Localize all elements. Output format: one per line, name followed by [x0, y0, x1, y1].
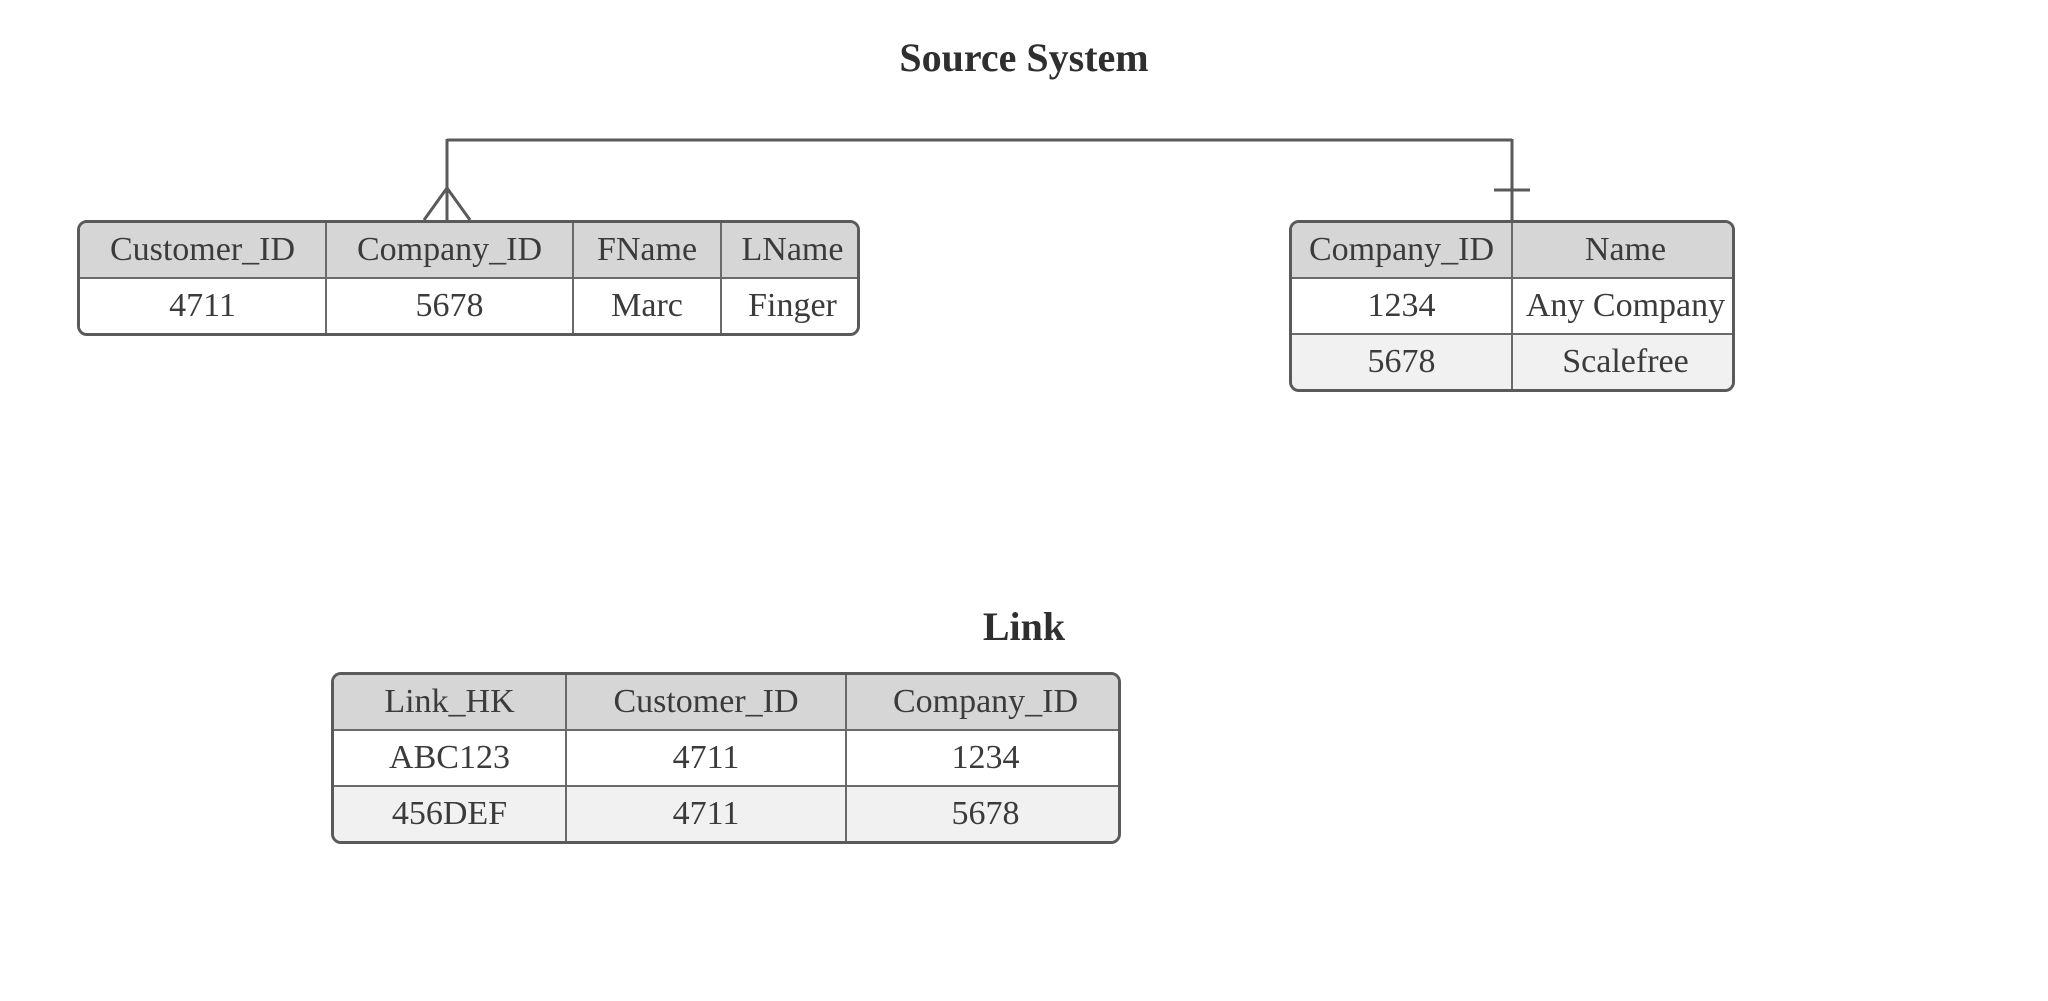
cell: ABC123 — [334, 730, 566, 786]
col-header: LName — [721, 223, 860, 278]
link-table: Link_HK Customer_ID Company_ID ABC123 47… — [331, 672, 1121, 844]
cell: 4711 — [566, 786, 846, 841]
table-header-row: Customer_ID Company_ID FName LName — [80, 223, 860, 278]
cell: Marc — [573, 278, 721, 333]
table-row: 1234 Any Company — [1292, 278, 1735, 334]
cell: 5678 — [326, 278, 573, 333]
col-header: Customer_ID — [80, 223, 326, 278]
cell: 1234 — [846, 730, 1121, 786]
col-header: Name — [1512, 223, 1735, 278]
col-header: Company_ID — [846, 675, 1121, 730]
col-header: FName — [573, 223, 721, 278]
col-header: Customer_ID — [566, 675, 846, 730]
table-row: 5678 Scalefree — [1292, 334, 1735, 389]
cell: 4711 — [566, 730, 846, 786]
col-header: Link_HK — [334, 675, 566, 730]
cell: 5678 — [1292, 334, 1512, 389]
cell: 1234 — [1292, 278, 1512, 334]
table-header-row: Link_HK Customer_ID Company_ID — [334, 675, 1121, 730]
cell: Finger — [721, 278, 860, 333]
company-table: Company_ID Name 1234 Any Company 5678 Sc… — [1289, 220, 1735, 392]
diagram-canvas: Source System Customer_ID Company_ID — [0, 0, 2048, 1001]
cell: 5678 — [846, 786, 1121, 841]
cell: 456DEF — [334, 786, 566, 841]
col-header: Company_ID — [1292, 223, 1512, 278]
cell: Scalefree — [1512, 334, 1735, 389]
cell: 4711 — [80, 278, 326, 333]
table-header-row: Company_ID Name — [1292, 223, 1735, 278]
table-row: 4711 5678 Marc Finger — [80, 278, 860, 333]
col-header: Company_ID — [326, 223, 573, 278]
link-title: Link — [0, 603, 2048, 650]
customer-table: Customer_ID Company_ID FName LName 4711 … — [77, 220, 860, 336]
cell: Any Company — [1512, 278, 1735, 334]
table-row: 456DEF 4711 5678 — [334, 786, 1121, 841]
table-row: ABC123 4711 1234 — [334, 730, 1121, 786]
